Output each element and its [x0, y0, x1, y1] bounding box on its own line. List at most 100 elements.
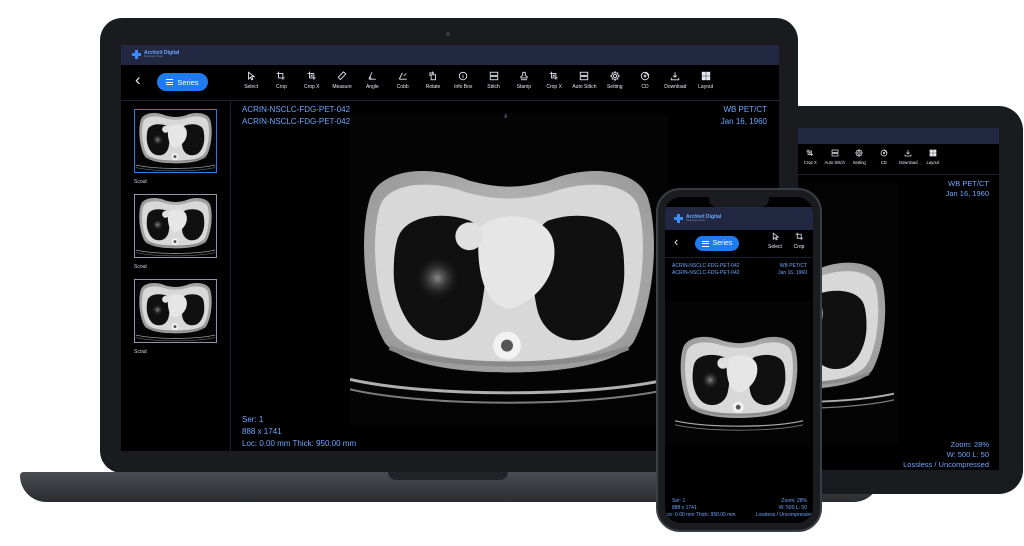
ct-scan-image: [350, 153, 668, 413]
crop-icon: [277, 71, 286, 80]
tool-label: Setting: [852, 160, 866, 165]
phone-compression: Lossless / Uncompressed: [755, 512, 813, 518]
tool-label: CD: [880, 160, 887, 165]
ruler-icon: [337, 71, 347, 81]
gear-icon: [609, 71, 620, 81]
tool-info-box-button[interactable]: Info Box: [448, 71, 478, 90]
tablet-zoom-level: Zoom: 28%: [950, 440, 989, 449]
tablet-window-level: W: 500 L: 50: [946, 450, 989, 459]
stitch-icon: [489, 71, 498, 81]
tool-crop-x-button[interactable]: Crop X: [297, 71, 327, 90]
stamp-icon: [520, 71, 528, 81]
phone-back-button[interactable]: ‹: [674, 234, 678, 249]
phone-brand-cross-icon: [674, 214, 683, 223]
series-button[interactable]: Series: [157, 73, 208, 91]
phone-series-button[interactable]: Series: [695, 236, 739, 251]
tool-stitch-button[interactable]: Stitch: [478, 71, 508, 90]
tool-label: Crop X: [303, 84, 320, 90]
tool-label: Layout: [926, 160, 940, 165]
series-thumbnail-1[interactable]: [134, 109, 217, 173]
series-number: Ser: 1: [242, 415, 264, 424]
image-dimensions: 888 x 1741: [242, 427, 282, 436]
phone-tool-list: Select Crop: [763, 232, 811, 256]
tool-label: Select: [244, 84, 259, 90]
tool-label: Rotate: [425, 84, 441, 90]
tool-measure-button[interactable]: Measure: [327, 71, 357, 90]
series-thumbnail-3[interactable]: [134, 279, 217, 343]
disc-icon: [640, 71, 650, 81]
tool-cd-button[interactable]: CD: [630, 71, 660, 90]
tool-crop-button[interactable]: Crop: [787, 232, 811, 250]
laptop-notch: [388, 472, 508, 480]
tool-crop-x-button[interactable]: Crop X: [798, 149, 823, 165]
tool-crop-x-button[interactable]: Crop X: [539, 71, 569, 90]
tablet-header: [798, 128, 999, 144]
phone-viewport[interactable]: ACRIN-NSCLC-FDG-PET-042 ACRIN-NSCLC-FDG-…: [665, 259, 813, 523]
tool-label: Cobb: [396, 84, 409, 90]
tool-label: Stitch: [487, 84, 500, 90]
tablet-compression: Lossless / Uncompressed: [903, 460, 989, 469]
tool-layout-button[interactable]: Layout: [921, 149, 946, 165]
tool-label: Auto Stitch: [824, 160, 845, 165]
tool-label: Stamp: [516, 84, 532, 90]
tool-setting-button[interactable]: Setting: [847, 149, 872, 165]
phone-study-description: WB PET/CT: [779, 263, 807, 269]
phone-menu-icon: [701, 240, 709, 247]
tool-label: Select: [768, 244, 782, 250]
tool-label: Crop: [793, 244, 805, 250]
tool-crop-button[interactable]: Crop: [266, 71, 296, 90]
tool-label: Crop: [276, 84, 287, 90]
gear-icon: [855, 149, 864, 157]
crop-x-icon: [806, 149, 814, 156]
phone-series-number: Ser: 1: [672, 498, 686, 504]
slice-location: Loc: 0.00 mm Thick: 950.00 mm: [242, 439, 357, 448]
tablet-viewport[interactable]: WB PET/CT Jan 16, 1960 Zoom: 28% W: 500 …: [798, 174, 999, 470]
tool-auto-stitch-button[interactable]: Auto Stitch: [823, 149, 848, 165]
tool-label: Measure: [332, 84, 352, 90]
tool-select-button[interactable]: Select: [763, 232, 787, 250]
brand-tagline: Radiology Viewer: [144, 54, 164, 58]
brand-logo[interactable]: Archivit Digital Radiology Viewer: [132, 50, 179, 59]
cursor-icon: [248, 71, 256, 81]
tool-angle-button[interactable]: Angle: [357, 71, 387, 90]
tool-label: Layout: [698, 84, 714, 90]
tool-cd-button[interactable]: CD: [872, 149, 897, 165]
crop-x-icon: [549, 71, 558, 80]
cobb-angle-icon: [398, 72, 407, 80]
series-thumbnail-label: Scout: [134, 349, 147, 355]
rotate-icon: [429, 71, 436, 81]
tablet-study-description: WB PET/CT: [948, 179, 989, 188]
tool-select-button[interactable]: Select: [236, 71, 266, 90]
phone-brand-tagline: Radiology Viewer: [686, 218, 706, 222]
patient-id-secondary: ACRIN-NSCLC-FDG-PET-042: [242, 117, 351, 126]
tool-label: Angle: [365, 84, 379, 90]
tool-stamp-button[interactable]: Stamp: [509, 71, 539, 90]
series-button-label: Series: [177, 77, 199, 87]
tool-setting-button[interactable]: Setting: [600, 71, 630, 90]
tool-label: CD: [641, 84, 649, 90]
tool-cobb-button[interactable]: Cobb: [388, 71, 418, 90]
crop-x-icon: [307, 71, 316, 80]
tool-layout-button[interactable]: Layout: [691, 71, 721, 90]
download-icon: [671, 72, 680, 81]
phone-study-date: Jan 16, 1960: [778, 270, 807, 276]
tool-auto-stitch-button[interactable]: Auto Stitch: [569, 71, 599, 90]
phone-notch: [709, 197, 769, 207]
series-thumbnail-2[interactable]: [134, 194, 217, 258]
menu-icon: [166, 79, 174, 85]
phone-image-dimensions: 888 x 1741: [672, 505, 697, 511]
series-thumbnail-label: Scout: [134, 179, 147, 185]
phone-brand-logo[interactable]: Archivit Digital Radiology Viewer: [674, 214, 721, 223]
tool-label: Download: [664, 84, 687, 90]
tool-download-button[interactable]: Download: [896, 149, 921, 165]
tool-download-button[interactable]: Download: [660, 71, 690, 90]
tool-list: Select Crop Crop X Measure Angle Cobb Rotate In…: [236, 71, 716, 99]
tablet-tool-list: Crop X Auto Stitch Setting CD Download Layout: [798, 149, 958, 173]
auto-stitch-icon: [831, 149, 839, 157]
tool-rotate-button[interactable]: Rotate: [418, 71, 448, 90]
phone-zoom-level: Zoom: 28%: [781, 498, 807, 504]
download-icon: [904, 150, 912, 157]
brand-cross-icon: [132, 50, 141, 59]
back-button[interactable]: ‹: [135, 71, 149, 91]
phone-patient-id-secondary: ACRIN-NSCLC-FDG-PET-042: [672, 270, 740, 276]
